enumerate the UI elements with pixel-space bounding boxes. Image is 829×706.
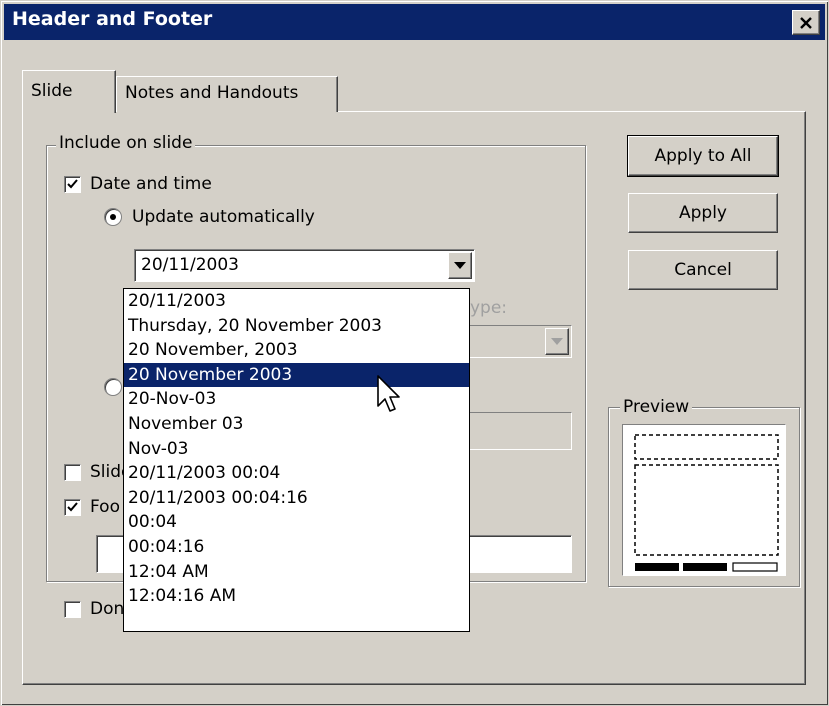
footer-label: Foo xyxy=(90,497,120,517)
include-on-slide-label: Include on slide xyxy=(56,133,196,153)
chevron-down-icon xyxy=(551,338,563,345)
close-icon xyxy=(800,16,812,29)
calendar-dropdown-button xyxy=(545,328,569,355)
dropdown-option[interactable]: 12:04:16 AM xyxy=(124,584,469,609)
dropdown-option[interactable]: November 03 xyxy=(124,412,469,437)
dont-show-label: Don xyxy=(90,599,125,619)
checkmark-icon xyxy=(67,179,78,189)
dropdown-option[interactable]: 00:04 xyxy=(124,510,469,535)
mouse-pointer-icon xyxy=(377,375,400,412)
checkmark-icon xyxy=(67,502,78,512)
dropdown-option[interactable]: 20/11/2003 00:04:16 xyxy=(124,486,469,511)
dropdown-option[interactable]: Nov-03 xyxy=(124,437,469,462)
dropdown-option[interactable]: 20/11/2003 00:04 xyxy=(124,461,469,486)
dropdown-option[interactable]: 12:04 AM xyxy=(124,560,469,585)
apply-to-all-button[interactable]: Apply to All xyxy=(627,135,779,177)
dropdown-options: 20/11/2003 Thursday, 20 November 2003 20 N… xyxy=(124,289,469,609)
preview-label: Preview xyxy=(620,397,693,417)
dropdown-option[interactable]: 20/11/2003 xyxy=(124,289,469,314)
date-format-dropdown-button[interactable] xyxy=(448,252,472,279)
title-bar[interactable]: Header and Footer xyxy=(4,4,825,40)
dropdown-option[interactable]: 20 November, 2003 xyxy=(124,338,469,363)
chevron-down-icon xyxy=(454,262,466,269)
slide-number-checkbox[interactable] xyxy=(64,464,81,481)
dropdown-option[interactable]: 00:04:16 xyxy=(124,535,469,560)
dropdown-option[interactable]: 20-Nov-03 xyxy=(124,387,469,412)
radio-dot-icon xyxy=(110,214,116,220)
update-automatically-radio[interactable] xyxy=(104,208,122,226)
update-automatically-label: Update automatically xyxy=(132,207,315,227)
dont-show-on-title-slide-checkbox[interactable] xyxy=(64,601,81,618)
date-format-value: 20/11/2003 xyxy=(141,255,239,275)
date-format-dropdown-list[interactable]: 20/11/2003 Thursday, 20 November 2003 20 N… xyxy=(123,288,470,632)
dropdown-option[interactable]: Thursday, 20 November 2003 xyxy=(124,314,469,339)
calendar-type-label: ype: xyxy=(470,298,508,318)
date-and-time-label: Date and time xyxy=(90,174,212,194)
date-and-time-checkbox[interactable] xyxy=(64,176,81,193)
tab-notes-and-handouts[interactable]: Notes and Handouts xyxy=(116,76,338,112)
tab-slide[interactable]: Slide xyxy=(22,70,116,113)
dropdown-option[interactable]: 20 November 2003 xyxy=(124,362,469,388)
preview-box xyxy=(622,424,786,576)
apply-button[interactable]: Apply xyxy=(628,193,778,233)
window-title: Header and Footer xyxy=(12,8,213,30)
cancel-button[interactable]: Cancel xyxy=(628,250,778,290)
fixed-date-radio[interactable] xyxy=(104,378,122,396)
date-format-combobox[interactable]: 20/11/2003 xyxy=(134,249,475,282)
close-button[interactable] xyxy=(792,10,820,35)
footer-checkbox[interactable] xyxy=(64,499,81,516)
slide-layout-thumbnail xyxy=(634,434,779,572)
